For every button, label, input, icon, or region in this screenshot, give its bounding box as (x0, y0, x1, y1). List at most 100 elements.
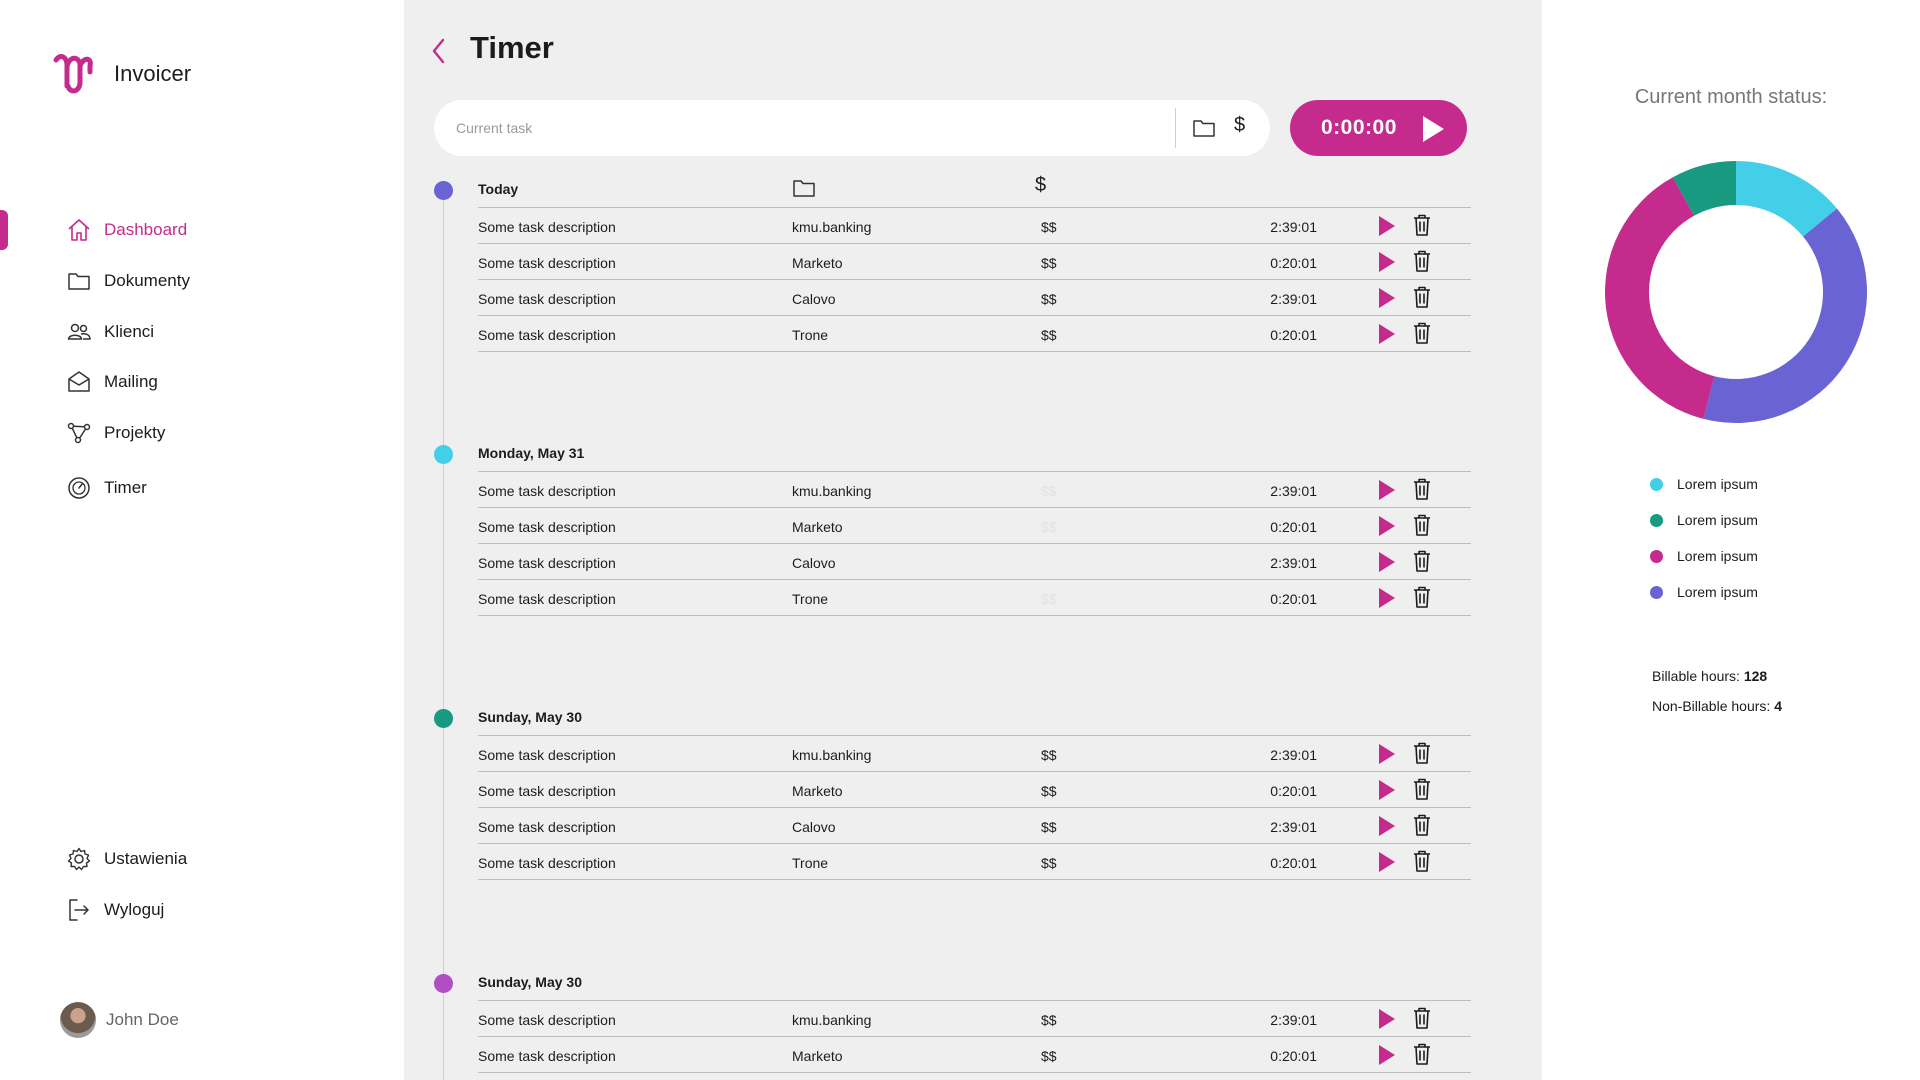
nav-dashboard[interactable]: Dashboard (66, 217, 187, 243)
play-icon[interactable] (1378, 323, 1396, 345)
donut-slice (1703, 208, 1867, 423)
task-row[interactable]: Some task description Trone $$ 0:20:01 (478, 579, 1471, 615)
task-row[interactable]: Some task description kmu.banking $$ 2:39:0… (478, 1000, 1471, 1036)
nav-ustawienia[interactable]: Ustawienia (66, 846, 187, 872)
task-billable: $$ (1041, 1012, 1057, 1028)
nav-klienci[interactable]: Klienci (66, 319, 154, 345)
play-icon[interactable] (1378, 815, 1396, 837)
nav-label: Mailing (104, 372, 158, 391)
task-client: Calovo (792, 291, 836, 307)
task-billable: $$ (1041, 255, 1057, 271)
legend-label: Lorem ipsum (1677, 548, 1758, 564)
trash-icon[interactable] (1412, 586, 1432, 608)
app-name: Invoicer (114, 61, 192, 86)
play-icon[interactable] (1378, 743, 1396, 765)
task-row[interactable]: Some task description Marketo $$ 0:20:01 (478, 243, 1471, 279)
timeline-dot (434, 974, 453, 993)
legend-dot (1650, 549, 1663, 563)
nav-label: Dashboard (104, 220, 188, 239)
timer-display: 0:00:00 (1321, 116, 1397, 139)
play-icon[interactable] (1378, 551, 1396, 573)
trash-icon[interactable] (1412, 1007, 1432, 1029)
trash-icon[interactable] (1412, 478, 1432, 500)
task-duration: 0:20:01 (1270, 591, 1317, 607)
current-task-input[interactable] (456, 120, 1156, 136)
play-icon[interactable] (1378, 1008, 1396, 1030)
task-billable: $$ (1041, 291, 1057, 307)
task-client: Trone (792, 591, 829, 607)
status-title: Current month status: (1634, 86, 1828, 108)
play-icon[interactable] (1378, 515, 1396, 537)
logo-icon (53, 54, 93, 94)
nav-wyloguj[interactable]: Wyloguj (66, 897, 164, 923)
sidebar: Invoicer Dashboard Dokumenty Klienci Mai… (0, 0, 404, 1080)
task-row[interactable]: Some task description Calovo $$ 2:39:01 (478, 279, 1471, 315)
play-icon[interactable] (1378, 851, 1396, 873)
folder-icon[interactable] (1192, 117, 1216, 139)
nonbillable-value: 4 (1774, 698, 1782, 714)
nav-label: Wyloguj (104, 900, 165, 919)
task-client: Marketo (792, 1048, 843, 1064)
home-icon (68, 219, 90, 241)
play-icon[interactable] (1378, 287, 1396, 309)
chart-legend: Lorem ipsum Lorem ipsum Lorem ipsum Lorem i… (1650, 466, 1758, 610)
trash-icon[interactable] (1412, 778, 1432, 800)
start-timer-button[interactable]: 0:00:00 (1290, 100, 1467, 156)
status-donut-chart (1605, 161, 1867, 423)
billable-toggle[interactable]: $ (1234, 114, 1245, 137)
trash-icon[interactable] (1412, 514, 1432, 536)
task-row[interactable]: Some task description Marketo $$ 0:20:01 (478, 771, 1471, 807)
nav-projekty[interactable]: Projekty (66, 420, 165, 446)
task-client: Marketo (792, 783, 843, 799)
play-icon[interactable] (1378, 251, 1396, 273)
avatar[interactable] (60, 1002, 96, 1038)
task-row[interactable]: Some task description Calovo $$ 2:39:01 (478, 807, 1471, 843)
trash-icon[interactable] (1412, 1043, 1432, 1065)
task-billable: $$ (1041, 819, 1057, 835)
user-profile[interactable]: John Doe (60, 1002, 179, 1038)
task-row[interactable]: Some task description kmu.banking $$ 2:39:0… (478, 735, 1471, 771)
task-row[interactable]: Some task description kmu.banking $$ 2:39:0… (478, 471, 1471, 507)
nav-timer[interactable]: Timer (66, 475, 147, 501)
trash-icon[interactable] (1412, 286, 1432, 308)
legend-dot (1650, 477, 1663, 491)
trash-icon[interactable] (1412, 850, 1432, 872)
task-duration: 2:39:01 (1270, 1012, 1317, 1028)
task-row[interactable]: Some task description Calovo 2:39:01 (478, 543, 1471, 579)
timer-icon (68, 477, 90, 499)
task-duration: 0:20:01 (1270, 519, 1317, 535)
task-row[interactable]: Some task description Marketo $$ 0:20:01 (478, 1036, 1471, 1072)
play-icon[interactable] (1378, 1044, 1396, 1066)
trash-icon[interactable] (1412, 814, 1432, 836)
task-billable: $$ (1041, 783, 1057, 799)
back-arrow-icon[interactable] (430, 36, 446, 66)
row-divider (478, 1072, 1471, 1073)
trash-icon[interactable] (1412, 250, 1432, 272)
legend-item: Lorem ipsum (1650, 574, 1758, 610)
task-row[interactable]: Some task description kmu.banking $$ 2:39:0… (478, 207, 1471, 243)
task-description: Some task description (478, 219, 616, 235)
trash-icon[interactable] (1412, 550, 1432, 572)
task-duration: 2:39:01 (1270, 819, 1317, 835)
task-row[interactable]: Some task description Trone $$ 0:20:01 (478, 315, 1471, 351)
trash-icon[interactable] (1412, 214, 1432, 236)
task-billable: $$ (1041, 483, 1057, 499)
task-row[interactable]: Some task description Trone $$ 0:20:01 (478, 843, 1471, 879)
nav-dokumenty[interactable]: Dokumenty (66, 268, 190, 294)
billable-value: 128 (1743, 668, 1768, 684)
trash-icon[interactable] (1412, 322, 1432, 344)
nonbillable-label: Non-Billable hours: (1652, 698, 1771, 714)
trash-icon[interactable] (1412, 742, 1432, 764)
play-icon[interactable] (1378, 479, 1396, 501)
app-logo[interactable]: Invoicer (52, 52, 191, 96)
task-description: Some task description (478, 747, 616, 763)
play-icon[interactable] (1378, 215, 1396, 237)
play-icon[interactable] (1378, 587, 1396, 609)
users-icon (67, 323, 91, 340)
nav-mailing[interactable]: Mailing (66, 369, 158, 395)
play-icon[interactable] (1378, 779, 1396, 801)
nonbillable-hours: Non-Billable hours: 4 (1652, 698, 1782, 714)
task-billable: $$ (1041, 1048, 1057, 1064)
divider (1175, 108, 1176, 148)
task-row[interactable]: Some task description Marketo $$ 0:20:01 (478, 507, 1471, 543)
